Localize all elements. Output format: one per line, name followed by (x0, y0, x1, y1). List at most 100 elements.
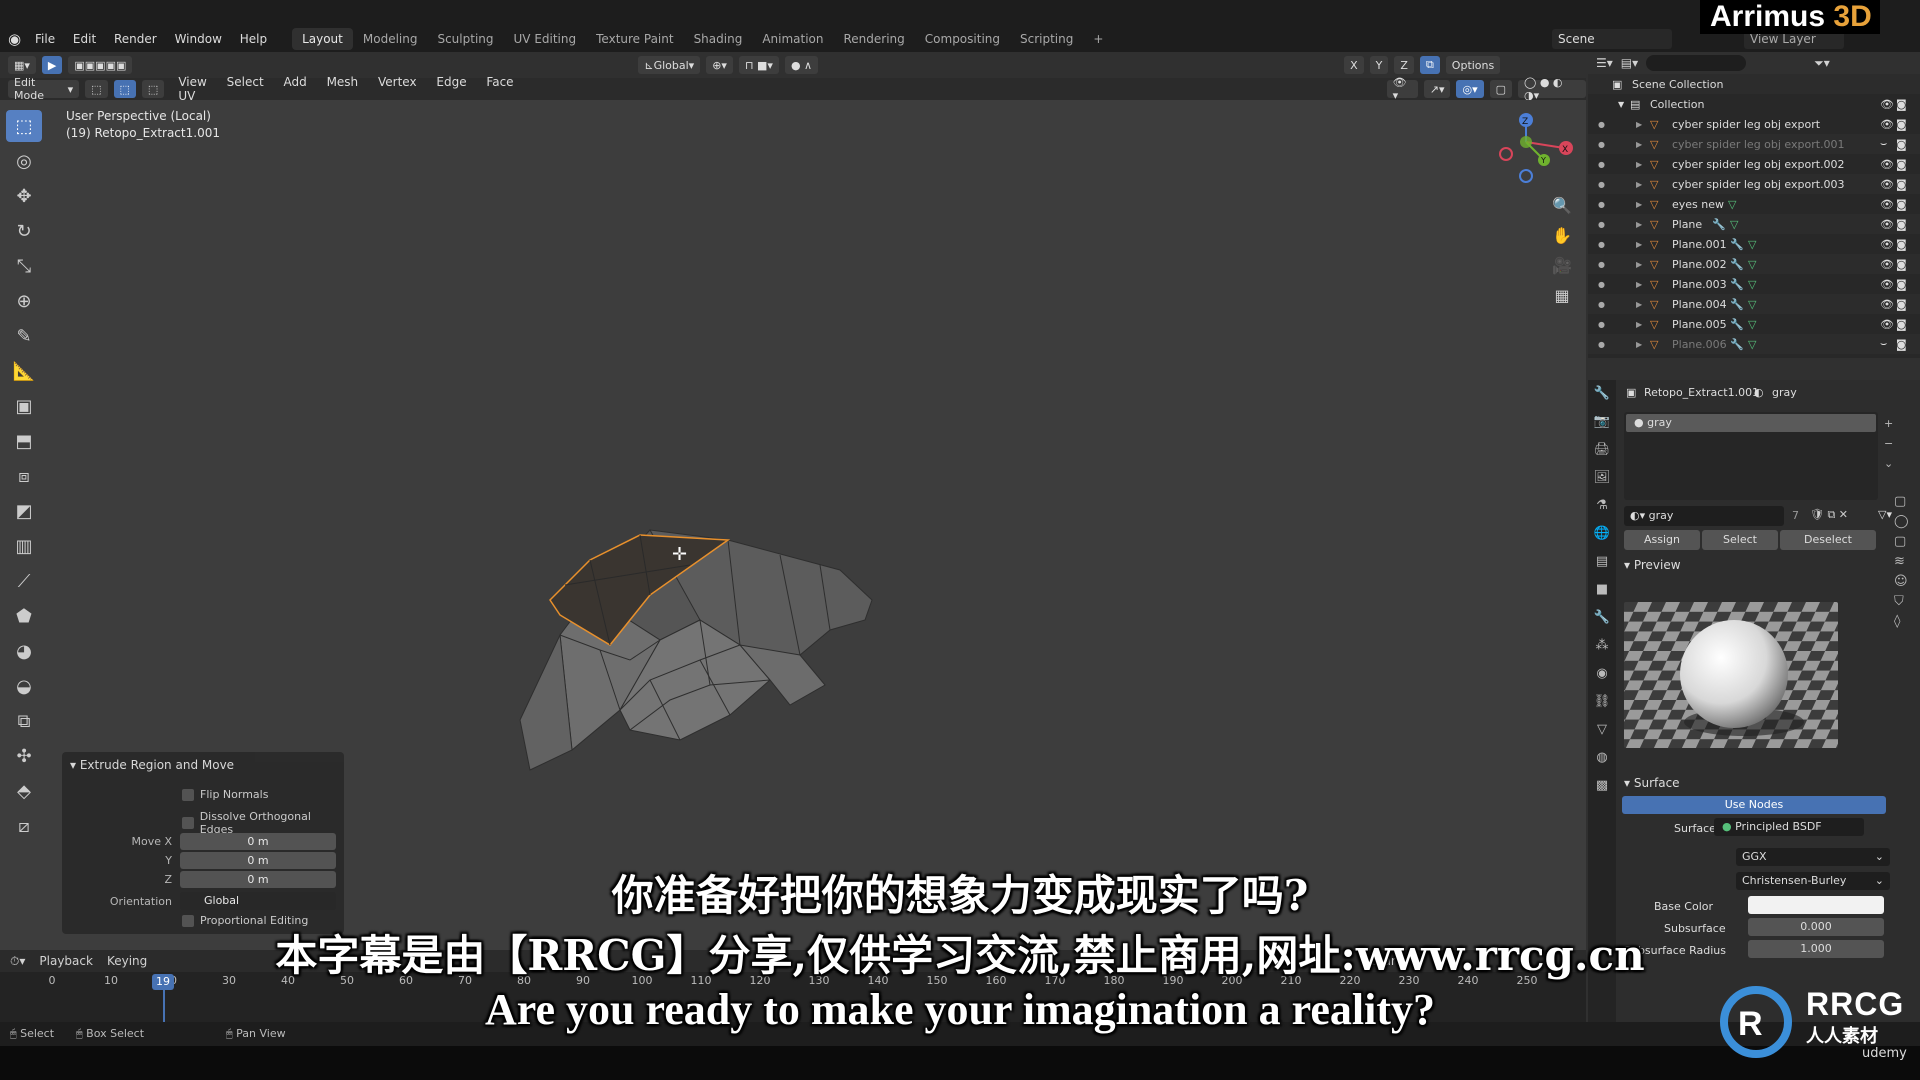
visibility-eye-icon[interactable]: 👁 (1880, 278, 1894, 291)
render-camera-icon[interactable]: ◙ (1896, 178, 1907, 191)
collection-row[interactable]: ▼ ▤ Collection 👁 ◙ (1588, 94, 1920, 114)
tab-rendering[interactable]: Rendering (834, 28, 915, 50)
navigation-gizmo[interactable]: Z X Y (1486, 112, 1578, 196)
menu-add[interactable]: Add (284, 75, 307, 89)
add-cube-tool-icon[interactable]: ▣ (6, 390, 42, 422)
render-camera-icon[interactable]: ◙ (1896, 238, 1907, 251)
menu-edge[interactable]: Edge (436, 75, 466, 89)
modifier-wrench-icon[interactable]: 🔧 (1730, 258, 1744, 271)
material-slot-gray[interactable]: ● gray (1626, 414, 1876, 432)
modifier-wrench-icon[interactable]: 🔧 (1730, 278, 1744, 291)
visibility-eye-icon[interactable]: ⌣ (1880, 337, 1887, 351)
menu-face[interactable]: Face (486, 75, 513, 89)
outliner-item[interactable]: ● ▶ ▽ Plane.004 🔧 ▽ 👁 ◙ (1588, 294, 1920, 314)
knife-tool-icon[interactable]: ⟋ (6, 565, 42, 597)
scale-tool-icon[interactable]: ⤡ (6, 250, 42, 282)
visibility-icon[interactable]: 👁▾ (1386, 76, 1418, 102)
shading-modes-icon[interactable]: ◯ ● ◐ ◑▾ (1518, 76, 1586, 102)
object-tab-icon[interactable]: ■ (1588, 576, 1616, 604)
outliner-item[interactable]: ● ▶ ▽ Plane 🔧 ▽ 👁 ◙ (1588, 214, 1920, 234)
outliner-search-input[interactable] (1646, 55, 1747, 71)
data-tab-icon[interactable]: ▽ (1588, 716, 1616, 744)
camera-view-icon[interactable]: 🎥 (1548, 256, 1576, 286)
visibility-eye-icon[interactable]: 👁 (1880, 178, 1894, 191)
rip-tool-icon[interactable]: ⧄ (6, 810, 42, 842)
render-camera-icon[interactable]: ◙ (1896, 318, 1907, 331)
options-menu[interactable]: Options (1445, 56, 1501, 74)
smooth-tool-icon[interactable]: ◒ (6, 670, 42, 702)
measure-tool-icon[interactable]: 📐 (6, 355, 42, 387)
select-mode-icons[interactable]: ▣▣▣▣▣ (68, 56, 133, 74)
expand-icon[interactable]: ▶ (1636, 120, 1642, 129)
mesh-data-icon[interactable]: ▽ (1748, 238, 1756, 251)
spin-tool-icon[interactable]: ◕ (6, 635, 42, 667)
assign-button[interactable]: Assign (1624, 530, 1700, 550)
material-users-count[interactable]: 7 (1792, 509, 1799, 522)
render-camera-icon[interactable]: ◙ (1896, 158, 1907, 171)
use-nodes-button[interactable]: Use Nodes (1622, 796, 1886, 814)
output-tab-icon[interactable]: 🖨 (1588, 436, 1616, 464)
scene-tab-icon[interactable]: ⚗ (1588, 492, 1616, 520)
tab-animation[interactable]: Animation (752, 28, 833, 50)
zoom-icon[interactable]: 🔍 (1548, 196, 1576, 226)
flip-normals-checkbox[interactable]: Flip Normals (182, 788, 268, 801)
annotate-tool-icon[interactable]: ✎ (6, 320, 42, 352)
render-camera-icon[interactable]: ◙ (1896, 338, 1907, 351)
visibility-eye-icon[interactable]: 👁 (1880, 158, 1894, 171)
blender-logo-icon[interactable]: ◉ (8, 30, 30, 48)
expand-icon[interactable]: ▶ (1636, 220, 1642, 229)
expand-icon[interactable]: ▶ (1636, 240, 1642, 249)
menu-window[interactable]: Window (175, 32, 222, 46)
face-select-icon[interactable]: ⬚ (141, 80, 165, 98)
expand-icon[interactable]: ▶ (1636, 320, 1642, 329)
material-tab-icon[interactable]: ◍ (1588, 744, 1616, 772)
mesh-data-icon[interactable]: ▽ (1748, 338, 1756, 351)
tab-shading[interactable]: Shading (684, 28, 753, 50)
modifier-wrench-icon[interactable]: 🔧 (1712, 218, 1726, 231)
tab-layout[interactable]: Layout (292, 28, 353, 50)
expand-icon[interactable]: ▶ (1636, 160, 1642, 169)
mesh-data-icon[interactable]: ▽ (1748, 318, 1756, 331)
edge-select-icon[interactable]: ⬚ (113, 80, 136, 98)
menu-render[interactable]: Render (114, 32, 157, 46)
transform-tool-icon[interactable]: ⊕ (6, 285, 42, 317)
mirror-y[interactable]: Y (1369, 56, 1389, 74)
expand-icon[interactable]: ▶ (1636, 300, 1642, 309)
visibility-eye-icon[interactable]: 👁 (1880, 298, 1894, 311)
deselect-button[interactable]: Deselect (1780, 530, 1876, 550)
scene-collection-row[interactable]: ▣ Scene Collection (1588, 74, 1920, 94)
outliner-item[interactable]: ● ▶ ▽ Plane.001 🔧 ▽ 👁 ◙ (1588, 234, 1920, 254)
outliner-item[interactable]: ● ▶ ▽ Plane.006 🔧 ▽ ⌣ ◙ (1588, 334, 1920, 354)
mirror-x[interactable]: X (1344, 56, 1364, 74)
slot-add-remove-icons[interactable]: + − ⌄ (1884, 414, 1893, 474)
visibility-eye-icon[interactable]: ⌣ (1880, 137, 1887, 151)
collection-eye-icon[interactable]: 👁 (1880, 98, 1894, 111)
menu-view[interactable]: View (178, 75, 206, 89)
menu-select[interactable]: Select (227, 75, 264, 89)
scene-selector[interactable]: Scene (1552, 29, 1672, 49)
mirror-z[interactable]: Z (1394, 56, 1414, 74)
render-camera-icon[interactable]: ◙ (1896, 118, 1907, 131)
material-field[interactable]: ◐▾ gray (1624, 506, 1784, 526)
render-camera-icon[interactable]: ◙ (1896, 278, 1907, 291)
visibility-eye-icon[interactable]: 👁 (1880, 118, 1894, 131)
collection-tab-icon[interactable]: ▤ (1588, 548, 1616, 576)
snap-icon[interactable]: ⊓ ■▾ (738, 56, 779, 74)
menu-mesh[interactable]: Mesh (327, 75, 359, 89)
transform-orientation[interactable]: ⊾ Global ▾ (638, 56, 701, 74)
overlay-toggle-icon[interactable]: ◎▾ (1456, 80, 1484, 98)
modifier-wrench-icon[interactable]: 🔧 (1730, 318, 1744, 331)
mesh-data-icon[interactable]: ▽ (1748, 258, 1756, 271)
modifier-wrench-icon[interactable]: 🔧 (1730, 238, 1744, 251)
modifier-wrench-icon[interactable]: 🔧 (1730, 338, 1744, 351)
constraints-tab-icon[interactable]: ⛓ (1588, 688, 1616, 716)
preview-section-header[interactable]: ▾ Preview (1624, 558, 1681, 572)
surface-section-header[interactable]: ▾ Surface (1624, 776, 1680, 790)
extrude-tool-icon[interactable]: ⬒ (6, 425, 42, 457)
particles-tab-icon[interactable]: ⁂ (1588, 632, 1616, 660)
move-tool-icon[interactable]: ✥ (6, 180, 42, 212)
expand-icon[interactable]: ▶ (1636, 260, 1642, 269)
outliner-item[interactable]: ● ▶ ▽ Plane.005 🔧 ▽ 👁 ◙ (1588, 314, 1920, 334)
mesh-data-icon[interactable]: ▽ (1748, 298, 1756, 311)
render-camera-icon[interactable]: ◙ (1896, 198, 1907, 211)
